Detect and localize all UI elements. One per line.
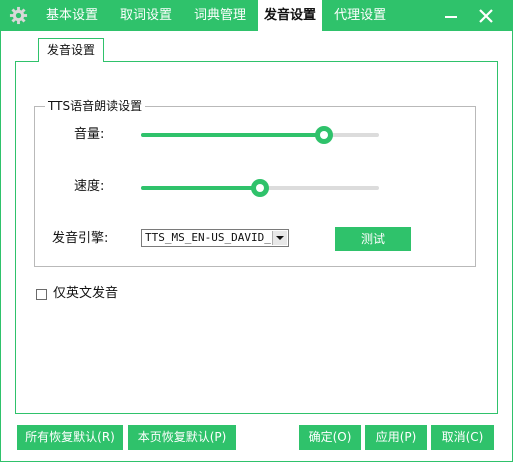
volume-slider-thumb[interactable] [315,126,333,144]
tab-pronunciation-settings[interactable]: 发音设置 [258,0,323,32]
speed-slider-fill [141,186,260,190]
english-only-checkbox[interactable] [36,288,47,300]
restore-page-defaults-button[interactable]: 本页恢复默认(P) [128,425,236,450]
tts-group-title: TTS语音朗读设置 [45,98,146,114]
speed-slider-thumb[interactable] [251,179,269,197]
volume-label: 音量: [74,127,105,142]
subtab-pronunciation-settings[interactable]: 发音设置 [38,38,104,62]
chevron-down-icon[interactable] [272,231,287,245]
engine-select[interactable]: TTS_MS_EN-US_DAVID_11 [141,229,289,247]
speed-label: 速度: [74,179,105,194]
gear-icon [9,6,28,25]
tab-proxy-settings[interactable]: 代理设置 [324,0,396,31]
tab-basic-settings[interactable]: 基本设置 [36,0,108,31]
minimize-icon[interactable] [439,4,463,28]
speed-slider[interactable] [141,179,379,197]
tab-dictionary-management[interactable]: 词典管理 [184,0,256,31]
volume-slider[interactable] [141,126,379,144]
volume-slider-fill [141,133,324,137]
engine-select-value: TTS_MS_EN-US_DAVID_11 [145,231,271,244]
main-tabs: 基本设置 取词设置 词典管理 发音设置 代理设置 [36,0,398,32]
apply-button[interactable]: 应用(P) [365,425,427,450]
settings-window: 基本设置 取词设置 词典管理 发音设置 代理设置 发音设置 TTS语音朗读设置 … [0,0,513,462]
title-tab-bar: 基本设置 取词设置 词典管理 发音设置 代理设置 [1,0,512,32]
english-only-option[interactable]: 仅英文发音 [36,286,118,302]
restore-all-defaults-button[interactable]: 所有恢复默认(R) [17,425,123,450]
ok-button[interactable]: 确定(O) [299,425,361,450]
test-button[interactable]: 测试 [335,227,411,251]
cancel-button[interactable]: 取消(C) [431,425,494,450]
close-icon[interactable] [474,4,498,28]
tab-word-capture-settings[interactable]: 取词设置 [110,0,182,31]
engine-label: 发音引擎: [52,231,109,246]
english-only-label: 仅英文发音 [53,286,119,301]
